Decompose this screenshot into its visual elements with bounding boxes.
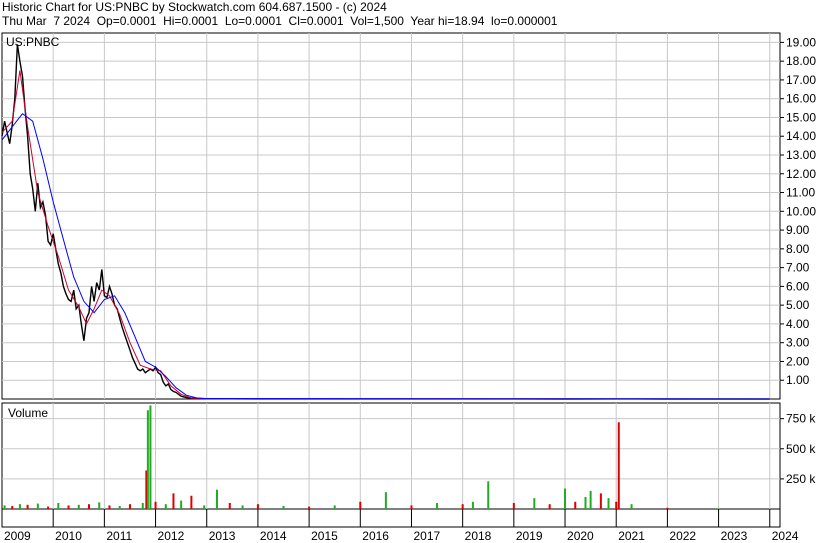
x-tick-label: 2010 (55, 529, 82, 543)
x-tick-label: 2015 (311, 529, 338, 543)
price-tick-label: 3.00 (786, 336, 810, 350)
price-panel-frame (1, 32, 781, 400)
price-tick-label: 18.00 (786, 54, 816, 68)
price-tick-label: 14.00 (786, 129, 816, 143)
x-tick-label: 2014 (260, 529, 287, 543)
volume-panel-title: Volume (8, 406, 48, 420)
volume-bar (512, 502, 515, 509)
volume-bar (215, 489, 218, 509)
volume-bar (26, 504, 29, 509)
historic-chart-page: Historic Chart for US:PNBC by Stockwatch… (0, 0, 830, 543)
volume-bar (584, 496, 587, 509)
volume-bar (228, 502, 231, 509)
volume-bar (241, 505, 244, 509)
x-tick-label: 2024 (772, 529, 799, 543)
price-panel-title: US:PNBC (6, 35, 60, 49)
x-tick-label: 2013 (209, 529, 236, 543)
price-tick-label: 9.00 (786, 223, 810, 237)
x-tick-label: 2016 (362, 529, 389, 543)
volume-bar (630, 504, 633, 509)
volume-bar (88, 504, 91, 509)
volume-bar (410, 505, 413, 509)
price-tick-label: 13.00 (786, 148, 816, 162)
volume-bar (617, 422, 620, 509)
volume-bar (57, 502, 60, 509)
x-tick-label: 2011 (106, 529, 132, 543)
volume-bar (471, 501, 474, 509)
volume-bar (128, 504, 131, 509)
price-tick-label: 7.00 (786, 261, 810, 275)
price-tick-label: 10.00 (786, 204, 816, 218)
volume-bar (574, 501, 577, 509)
volume-bar (108, 505, 111, 509)
volume-bar (359, 501, 362, 509)
volume-tick-label: 250 k (786, 472, 816, 486)
volume-bar (256, 504, 259, 509)
x-tick-label: 2019 (516, 529, 543, 543)
volume-bar (436, 502, 439, 509)
volume-bar (164, 504, 167, 509)
volume-bar (282, 505, 285, 509)
x-tick-label: 2012 (158, 529, 185, 543)
price-tick-label: 8.00 (786, 242, 810, 256)
volume-bar (548, 504, 551, 509)
volume-bar (67, 505, 70, 509)
volume-tick-label: 750 k (786, 412, 816, 426)
x-tick-label: 2022 (669, 529, 696, 543)
x-tick-label: 2017 (413, 529, 440, 543)
volume-bar (203, 505, 206, 509)
price-tick-label: 11.00 (786, 186, 815, 200)
volume-bar (77, 504, 80, 509)
x-tick-label: 2023 (721, 529, 748, 543)
volume-bar (118, 505, 121, 509)
volume-bar (666, 507, 669, 509)
volume-bar (146, 410, 149, 509)
x-tick-label: 2020 (567, 529, 594, 543)
volume-bar (487, 481, 490, 509)
price-tick-label: 2.00 (786, 354, 810, 368)
volume-bar (384, 492, 387, 509)
volume-bar (333, 505, 336, 509)
volume-bar (589, 490, 592, 509)
volume-bar (149, 405, 152, 509)
volume-bar (154, 501, 157, 509)
volume-bar (308, 506, 311, 509)
volume-bar (564, 488, 567, 509)
volume-bar (533, 498, 536, 509)
x-tick-label: 2018 (465, 529, 492, 543)
volume-bar (615, 501, 618, 509)
volume-bar (141, 502, 144, 509)
volume-bar (172, 493, 175, 509)
volume-bar (18, 504, 21, 509)
price-tick-label: 6.00 (786, 279, 810, 293)
volume-tick-label: 500 k (786, 442, 816, 456)
volume-bar (3, 505, 6, 509)
volume-bar (607, 498, 610, 509)
price-tick-label: 1.00 (786, 373, 810, 387)
x-tick-label: 2009 (4, 529, 31, 543)
date-axis-frame (1, 508, 781, 528)
volume-bar (461, 504, 464, 509)
price-tick-label: 5.00 (786, 298, 810, 312)
price-tick-label: 16.00 (786, 92, 816, 106)
volume-bar (599, 493, 602, 509)
price-tick-label: 17.00 (786, 73, 816, 87)
price-tick-label: 19.00 (786, 35, 816, 49)
price-tick-label: 12.00 (786, 167, 816, 181)
volume-bar (98, 502, 101, 509)
volume-bar (717, 508, 720, 509)
x-tick-label: 2021 (618, 529, 645, 543)
volume-bar (11, 505, 14, 509)
price-tick-label: 4.00 (786, 317, 810, 331)
price-tick-label: 15.00 (786, 110, 816, 124)
stock-chart: 2009 2010 2011 2012 2013 2014 2015 2016 2017 2018… (1, 32, 816, 543)
volume-bar (180, 500, 183, 509)
volume-bar (190, 495, 193, 509)
volume-bar (36, 503, 39, 509)
volume-bar (47, 506, 50, 509)
